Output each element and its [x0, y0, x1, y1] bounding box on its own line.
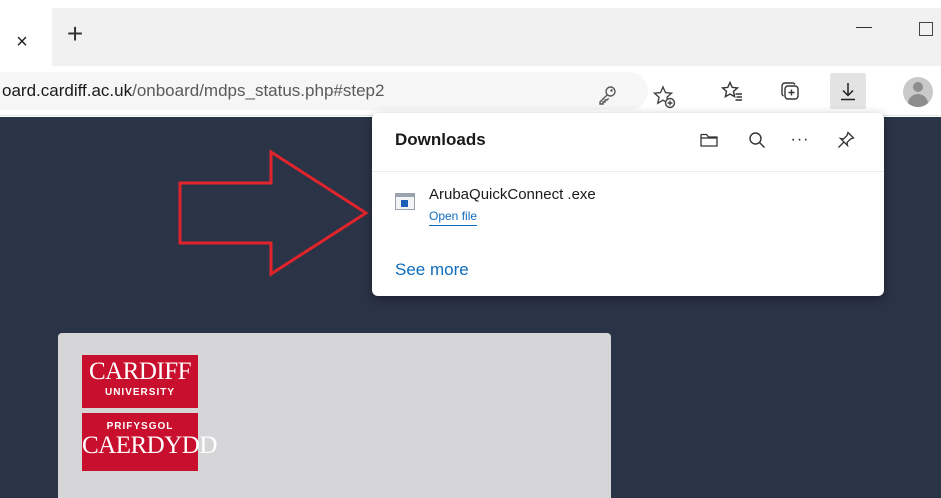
flyout-divider — [372, 171, 884, 172]
search-icon — [749, 132, 765, 148]
cardiff-university-logo: CARDIFF UNIVERSITY PRIFYSGOL CAERDYDD — [82, 355, 217, 471]
content-card: CARDIFF UNIVERSITY PRIFYSGOL CAERDYDD — [58, 333, 611, 498]
avatar-body — [908, 94, 928, 107]
tab-strip: × + — [0, 0, 941, 66]
downloads-title: Downloads — [395, 130, 486, 149]
url-host: oard.cardiff.ac.uk — [2, 81, 133, 100]
collections-button[interactable] — [772, 73, 808, 109]
favorites-button[interactable] — [714, 73, 750, 109]
logo-prifysgol-text: PRIFYSGOL — [106, 421, 174, 432]
exe-file-icon — [395, 193, 415, 210]
url-text[interactable]: oard.cardiff.ac.uk/onboard/mdps_status.p… — [2, 72, 384, 110]
address-bar[interactable]: oard.cardiff.ac.uk/onboard/mdps_status.p… — [0, 72, 676, 110]
minimize-window-button[interactable] — [854, 14, 874, 34]
active-tab[interactable]: × — [0, 8, 52, 66]
download-icon — [841, 83, 855, 101]
profile-avatar[interactable] — [903, 77, 933, 107]
more-options-button[interactable]: ··· — [787, 127, 813, 153]
pin-downloads-button[interactable] — [833, 127, 859, 153]
logo-bottom-block: PRIFYSGOL CAERDYDD — [82, 413, 217, 471]
pin-icon — [838, 131, 855, 148]
download-file-name[interactable]: ArubaQuickConnect .exe — [429, 186, 596, 203]
url-path: /onboard/mdps_status.php#step2 — [132, 81, 385, 100]
logo-caerdydd-text: CAERDYDD — [82, 432, 217, 459]
see-more-link[interactable]: See more — [395, 260, 469, 280]
close-tab-icon[interactable]: × — [12, 32, 32, 52]
add-favorite-icon[interactable] — [651, 84, 677, 110]
favorites-icon — [721, 80, 742, 101]
maximize-window-button[interactable] — [919, 22, 933, 36]
collections-icon — [781, 82, 799, 100]
key-icon[interactable] — [596, 84, 618, 106]
browser-toolbar: oard.cardiff.ac.uk/onboard/mdps_status.p… — [0, 66, 941, 116]
open-downloads-folder-button[interactable] — [696, 127, 722, 153]
logo-cardiff-text: CARDIFF — [88, 358, 192, 385]
annotation-arrow-icon — [178, 149, 369, 277]
downloads-flyout: Downloads ··· ArubaQuickConnect .exe Ope… — [372, 113, 884, 296]
open-file-link[interactable]: Open file — [429, 209, 478, 226]
downloads-button[interactable] — [830, 73, 866, 109]
folder-icon — [700, 133, 718, 147]
logo-top-block: CARDIFF UNIVERSITY — [82, 355, 198, 408]
search-downloads-button[interactable] — [744, 127, 770, 153]
new-tab-button[interactable]: + — [62, 20, 88, 48]
tab-strip-background — [0, 8, 941, 66]
avatar-head — [913, 82, 923, 92]
logo-university-text: UNIVERSITY — [104, 387, 175, 398]
